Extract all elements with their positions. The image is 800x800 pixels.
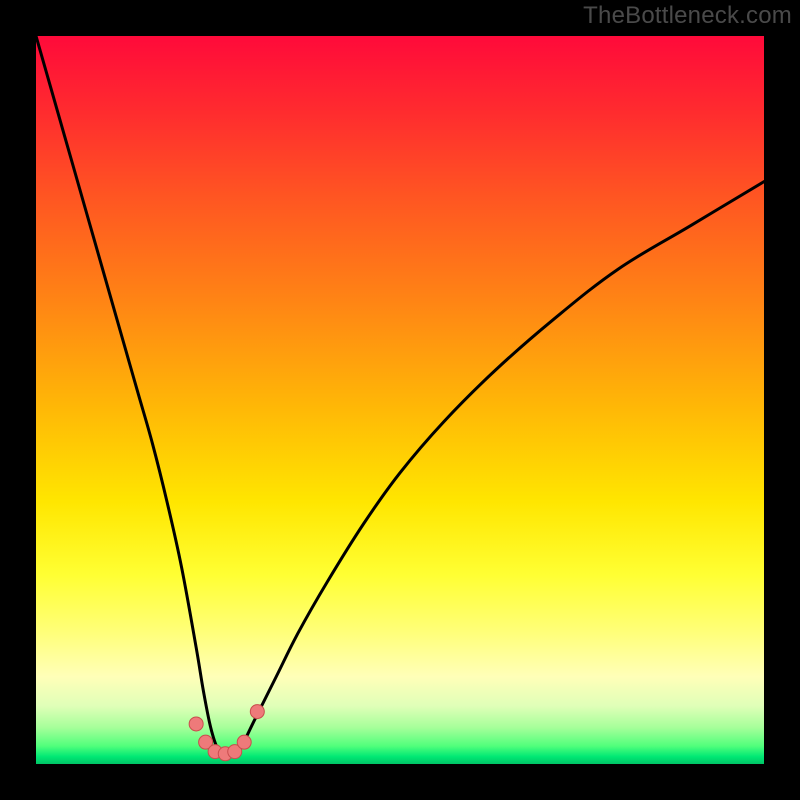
watermark-text: TheBottleneck.com	[583, 2, 792, 30]
plot-area	[36, 36, 764, 764]
curve-marker	[189, 717, 203, 731]
curve-markers	[189, 705, 264, 761]
chart-stage: TheBottleneck.com	[0, 0, 800, 800]
bottleneck-curve	[36, 36, 764, 756]
curve-layer	[36, 36, 764, 764]
curve-marker	[250, 705, 264, 719]
curve-marker	[237, 735, 251, 749]
